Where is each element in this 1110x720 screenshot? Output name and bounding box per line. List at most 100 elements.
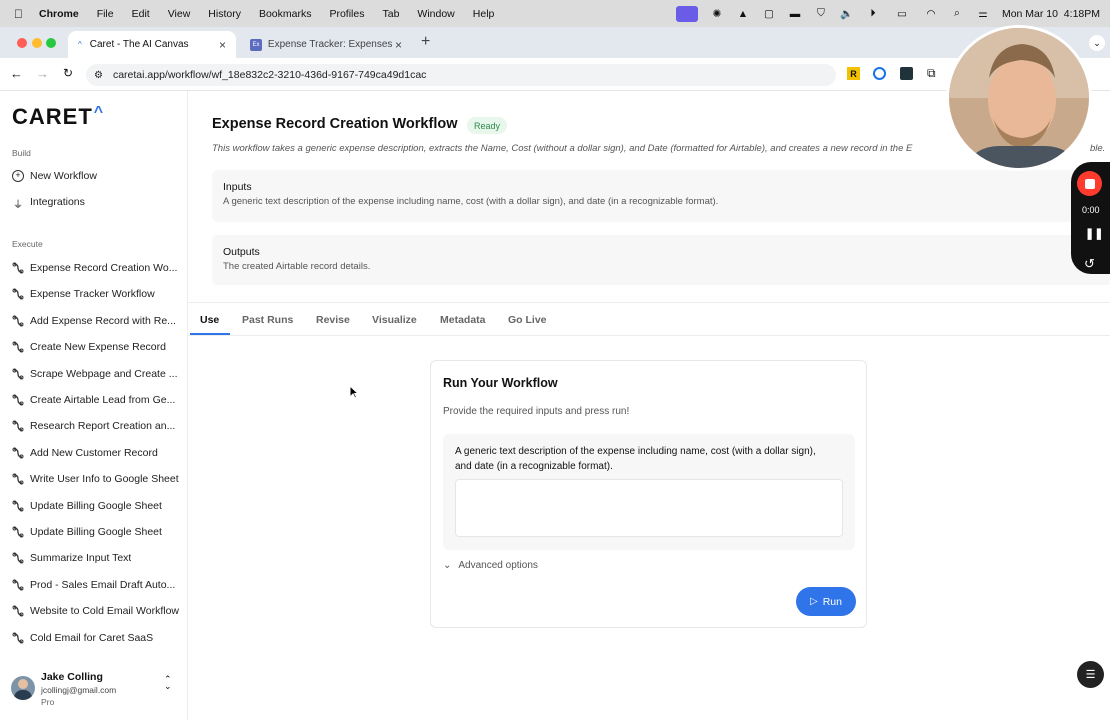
menubar-clock[interactable]: Mon Mar 10 4:18PM [1002,8,1100,20]
inputs-label: Inputs [223,181,252,193]
battery-icon[interactable]: ▭ [892,7,912,21]
tab-use[interactable]: Use [200,314,219,326]
input-panel: A generic text description of the expens… [443,434,855,550]
sidebar-item-workflow[interactable]: Cold Email for Caret SaaS [12,628,180,648]
tab-revise[interactable]: Revise [316,314,350,326]
tab-metadata[interactable]: Metadata [440,314,486,326]
sidebar-item-workflow[interactable]: Expense Tracker Workflow [12,284,180,304]
sidebar-item-workflow[interactable]: Prod - Sales Email Draft Auto... [12,575,180,595]
recording-controls: 0:00 ❚❚ ↺ [1071,162,1110,274]
sidebar-item-workflow[interactable]: Update Billing Google Sheet [12,496,180,516]
advanced-options-toggle[interactable]: ⌄ Advanced options [443,560,538,571]
back-arrow-icon[interactable]: ← [10,66,23,81]
tab-favicon-icon: Ex [250,38,262,51]
volume-icon[interactable]: 🔈 [840,7,854,21]
menu-view[interactable]: View [168,8,191,20]
menu-edit[interactable]: Edit [132,8,150,20]
expense-description-input[interactable] [455,479,843,537]
plus-circle-icon: + [12,170,24,182]
run-button[interactable]: ▷ Run [796,587,856,616]
gear-status-icon[interactable]: ✺ [710,7,724,21]
run-workflow-card: Run Your Workflow Provide the required i… [430,360,867,628]
address-bar[interactable]: ⚙ caretai.app/workflow/wf_18e832c2-3210-… [86,64,836,86]
sidebar-item-label: Add Expense Record with Re... [30,314,176,327]
run-card-subtitle: Provide the required inputs and press ru… [443,406,630,417]
tab-past-runs[interactable]: Past Runs [242,314,293,326]
play-circle-icon[interactable]: ⏵ [866,7,880,21]
tab-search-button[interactable]: ⌄ [1089,35,1105,51]
menu-tab[interactable]: Tab [382,8,399,20]
play-icon: ▷ [810,596,818,607]
close-icon[interactable]: × [395,38,402,52]
extension-r-icon[interactable]: R [847,67,860,80]
forward-arrow-icon[interactable]: → [36,66,49,81]
extension-react-icon[interactable] [900,67,913,80]
tab-title: Caret - The AI Canvas [89,39,189,50]
sidebar-item-label: Scrape Webpage and Create ... [30,367,178,380]
tabs-baseline [188,335,1110,336]
reload-icon[interactable]: ↻ [63,66,73,80]
sidebar-item-workflow[interactable]: Add Expense Record with Re... [12,311,180,331]
browser-tab-expense-tracker[interactable]: Ex Expense Tracker: Expenses - × [240,31,412,58]
sidebar-item-workflow[interactable]: Add New Customer Record [12,443,180,463]
user-email: jcollingj@gmail.com [41,685,117,695]
shield-icon[interactable]: ⛉ [814,7,828,21]
restart-icon[interactable]: ↺ [1084,256,1095,272]
workflow-link-icon [12,632,24,644]
sidebar-item-label: Create New Expense Record [30,341,166,354]
search-icon[interactable]: ⌕ [950,7,964,21]
assistant-menu-button[interactable]: ☰ [1077,661,1104,688]
advanced-options-label: Advanced options [458,560,538,571]
stop-recording-button[interactable] [1077,171,1102,196]
url-text: caretai.app/workflow/wf_18e832c2-3210-43… [112,69,427,81]
wifi-icon[interactable]: ◠ [924,7,938,21]
browser-tab-caret[interactable]: ^ Caret - The AI Canvas × [68,31,236,58]
caret-logo[interactable]: CARET^ [12,104,104,130]
apple-icon[interactable]:  [14,7,23,21]
input-label: A generic text description of the expens… [455,446,816,472]
sidebar-item-workflow[interactable]: Update Billing Google Sheet [12,522,180,542]
close-icon[interactable]: × [219,38,226,52]
sidebar-item-label: Write User Info to Google Sheet [30,473,179,486]
menu-window[interactable]: Window [417,8,454,20]
screen-record-icon[interactable] [675,5,698,22]
sidebar-item-integrations[interactable]: ⏚ Integrations [12,192,180,212]
chevron-up-down-icon[interactable]: ⌃ ⌄ [164,675,172,691]
triangle-status-icon[interactable]: ▲ [736,7,750,21]
workflow-link-icon [12,447,24,459]
user-plan: Pro [41,697,55,707]
password-manager-icon[interactable] [873,67,886,80]
close-window-button[interactable] [17,38,27,48]
extensions-puzzle-icon[interactable]: ⧉ [927,66,936,81]
sidebar-item-workflow[interactable]: Create Airtable Lead from Ge... [12,390,180,410]
control-center-icon[interactable]: ⚌ [976,7,990,21]
sidebar-item-workflow[interactable]: Create New Expense Record [12,337,180,357]
menu-chrome[interactable]: Chrome [39,8,79,20]
site-settings-icon[interactable]: ⚙ [94,70,103,81]
sidebar-item-new-workflow[interactable]: + New Workflow [12,166,180,186]
sidebar-item-workflow[interactable]: Website to Cold Email Workflow [12,601,180,621]
mouse-cursor-icon [349,385,359,399]
menu-bookmarks[interactable]: Bookmarks [259,8,312,20]
zoom-window-button[interactable] [46,38,56,48]
tab-visualize[interactable]: Visualize [372,314,417,326]
menu-profiles[interactable]: Profiles [329,8,364,20]
sidebar-item-workflow[interactable]: Scrape Webpage and Create ... [12,364,180,384]
sidebar-item-label: Prod - Sales Email Draft Auto... [30,578,176,591]
minimize-window-button[interactable] [32,38,42,48]
clipboard-icon[interactable]: ▢ [762,7,776,21]
new-tab-button[interactable]: + [421,33,430,51]
menu-file[interactable]: File [97,8,114,20]
sidebar-item-workflow[interactable]: Summarize Input Text [12,548,180,568]
pause-icon[interactable]: ❚❚ [1085,227,1103,240]
user-profile[interactable]: Jake Colling jcollingj@gmail.com Pro ⌃ ⌄ [0,660,187,720]
card-icon[interactable]: ▬ [788,7,802,21]
menu-help[interactable]: Help [473,8,495,20]
sidebar-item-workflow[interactable]: Research Report Creation an... [12,416,180,436]
recording-timer: 0:00 [1082,205,1100,215]
tab-go-live[interactable]: Go Live [508,314,547,326]
sidebar-item-workflow[interactable]: Expense Record Creation Wo... [12,258,180,278]
sidebar-item-workflow[interactable]: Write User Info to Google Sheet [12,469,180,489]
workflow-description-tail: ble. [1090,143,1106,154]
menu-history[interactable]: History [208,8,241,20]
